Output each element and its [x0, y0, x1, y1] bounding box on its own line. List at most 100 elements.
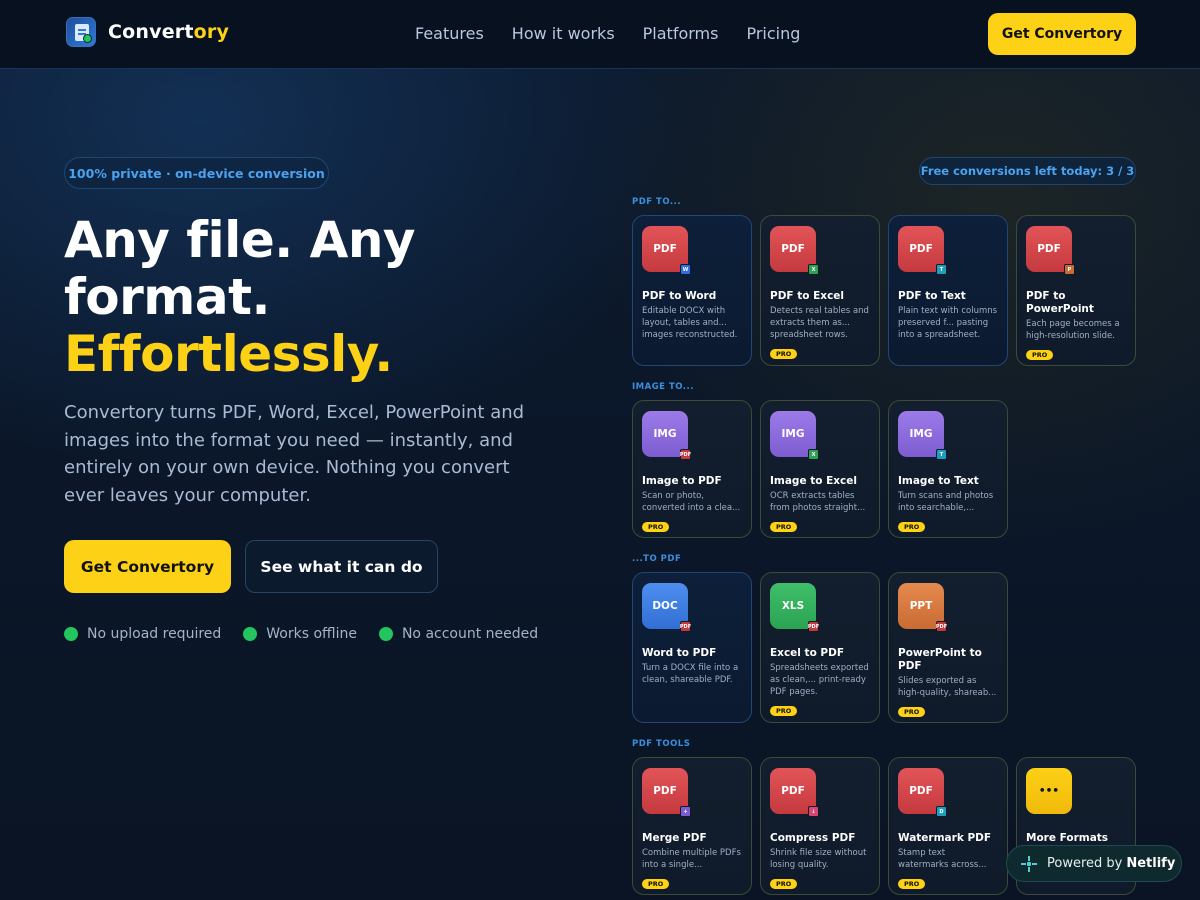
card-title: Excel to PDF — [770, 647, 845, 659]
card-description: Turn scans and photos into searchable,..… — [898, 491, 994, 513]
card-title: PowerPoint to PDF — [898, 647, 982, 672]
card-powerpoint-to-pdf[interactable]: PPT PDF PowerPoint to PDF Slides exported… — [888, 572, 1008, 723]
card-title: Compress PDF — [770, 832, 856, 844]
card-image-to-pdf[interactable]: IMG PDF Image to PDF Scan or photo, conve… — [632, 400, 752, 538]
nav-link-platforms[interactable]: Platforms — [643, 24, 719, 43]
section-label-pdf-tools: PDF TOOLS — [632, 739, 691, 749]
word-file-icon: DOC PDF — [642, 583, 691, 632]
pro-badge: PRO — [642, 879, 670, 889]
pdf-file-icon: PDF + — [642, 768, 691, 817]
card-description: Spreadsheets exported as clean,... print… — [770, 663, 869, 697]
card-compress-pdf[interactable]: PDF ↓ Compress PDF Shrink file size witho… — [760, 757, 880, 895]
card-title: Image to PDF — [642, 475, 722, 487]
free-conversions-badge: Free conversions left today: 3 / 3 — [919, 157, 1136, 185]
powerpoint-file-icon: PPT PDF — [898, 583, 947, 632]
card-title: Merge PDF — [642, 832, 707, 844]
section-label-pdf-to: PDF TO... — [632, 197, 682, 207]
top-navbar: Convertory Features How it works Platfor… — [0, 0, 1200, 69]
netlify-icon — [1021, 855, 1037, 872]
card-image-to-text[interactable]: IMG T Image to Text Turn scans and photos… — [888, 400, 1008, 538]
pro-badge: PRO — [642, 522, 670, 532]
hero-description: Convertory turns PDF, Word, Excel, Power… — [64, 402, 525, 506]
card-title: PDF to Excel — [770, 290, 845, 302]
card-title: Image to Text — [898, 475, 979, 487]
image-file-icon: IMG T — [898, 411, 947, 460]
card-description: OCR extracts tables from photos straight… — [770, 491, 866, 513]
card-pdf-to-word[interactable]: PDF W PDF to Word Editable DOCX with layo… — [632, 215, 752, 366]
card-title: PDF to PowerPoint — [1026, 290, 1094, 315]
card-excel-to-pdf[interactable]: XLS PDF Excel to PDF Spreadsheets exporte… — [760, 572, 880, 723]
pdf-badge-icon: PDF — [680, 449, 691, 460]
card-pdf-to-excel[interactable]: PDF X PDF to Excel Detects real tables an… — [760, 215, 880, 366]
check-offline: Works offline — [243, 626, 357, 642]
card-title: PDF to Text — [898, 290, 966, 302]
card-description: Editable DOCX with layout, tables and...… — [642, 306, 738, 340]
pdf-file-icon: PDF D — [898, 768, 947, 817]
header-get-convertory-button[interactable]: Get Convertory — [988, 13, 1136, 55]
green-dot-icon — [64, 627, 78, 641]
nav-link-pricing[interactable]: Pricing — [746, 24, 800, 43]
card-description: Turn a DOCX file into a clean, shareable… — [642, 663, 739, 685]
pdf-file-icon: PDF W — [642, 226, 691, 275]
see-features-button[interactable]: See what it can do — [245, 540, 438, 593]
section-label-image-to: IMAGE TO... — [632, 382, 694, 392]
pro-badge: PRO — [770, 706, 798, 716]
text-badge-icon: T — [936, 264, 947, 275]
card-title: Word to PDF — [642, 647, 717, 659]
text-badge-icon: T — [936, 449, 947, 460]
pro-badge: PRO — [770, 522, 798, 532]
card-watermark-pdf[interactable]: PDF D Watermark PDF Stamp text watermarks… — [888, 757, 1008, 895]
card-description: Shrink file size without losing quality. — [770, 848, 867, 870]
get-convertory-button[interactable]: Get Convertory — [64, 540, 231, 593]
privacy-badge: 100% private · on-device conversion — [64, 157, 329, 189]
section-label-to-pdf: ...TO PDF — [632, 554, 682, 564]
pro-badge: PRO — [898, 707, 926, 717]
image-file-icon: IMG PDF — [642, 411, 691, 460]
pro-badge: PRO — [1026, 350, 1054, 360]
convertory-logo-icon — [66, 17, 96, 47]
powered-by-netlify-badge[interactable]: Powered by Netlify — [1006, 845, 1182, 882]
card-title: Image to Excel — [770, 475, 858, 487]
pro-badge: PRO — [898, 522, 926, 532]
card-description: Detects real tables and extracts them as… — [770, 306, 869, 340]
card-word-to-pdf[interactable]: DOC PDF Word to PDF Turn a DOCX file into… — [632, 572, 752, 723]
pro-badge: PRO — [898, 879, 926, 889]
netlify-name: Netlify — [1126, 856, 1176, 871]
pdf-badge-icon: PDF — [680, 621, 691, 632]
nav-link-how-it-works[interactable]: How it works — [512, 24, 615, 43]
card-pdf-to-powerpoint[interactable]: PDF P PDF to PowerPoint Each page becomes… — [1016, 215, 1136, 366]
brand-name: Convertory — [108, 21, 230, 43]
card-title: PDF to Word — [642, 290, 717, 302]
card-description: Scan or photo, converted into a clea... — [642, 491, 741, 513]
card-title: More Formats — [1026, 832, 1109, 844]
pdf-file-icon: PDF X — [770, 226, 819, 275]
main-nav: Features How it works Platforms Pricing — [415, 24, 800, 43]
card-image-to-excel[interactable]: IMG X Image to Excel OCR extracts tables … — [760, 400, 880, 538]
netlify-prefix: Powered by — [1047, 856, 1123, 871]
card-description: Each page becomes a high-resolution slid… — [1026, 319, 1120, 341]
pdf-badge-icon: PDF — [936, 621, 947, 632]
hero-title: Any file. Any format. Effortlessly. — [64, 211, 416, 383]
brand-logo[interactable]: Convertory — [66, 17, 229, 47]
green-dot-icon — [378, 627, 393, 641]
check-no-account: No account needed — [378, 626, 538, 642]
pdf-file-icon: PDF P — [1026, 226, 1075, 275]
card-merge-pdf[interactable]: PDF + Merge PDF Combine multiple PDFs int… — [632, 757, 752, 895]
card-description: Plain text with columns preserved f... p… — [898, 306, 998, 340]
card-pdf-to-text[interactable]: PDF T PDF to Text Plain text with columns… — [888, 215, 1008, 366]
excel-file-icon: XLS PDF — [770, 583, 819, 632]
merge-badge-icon: + — [680, 806, 691, 817]
pdf-file-icon: PDF ↓ — [770, 768, 819, 817]
watermark-badge-icon: D — [936, 806, 947, 817]
excel-badge-icon: X — [808, 264, 819, 275]
green-dot-icon — [243, 627, 258, 641]
card-title: Watermark PDF — [898, 832, 992, 844]
check-no-upload: No upload required — [64, 626, 221, 642]
card-description: Combine multiple PDFs into a single... — [642, 848, 741, 870]
powerpoint-badge-icon: P — [1064, 264, 1075, 275]
compress-badge-icon: ↓ — [808, 806, 819, 817]
word-badge-icon: W — [680, 264, 691, 275]
more-dots-icon: ••• — [1026, 768, 1072, 814]
nav-link-features[interactable]: Features — [415, 24, 484, 43]
card-description: Slides exported as high-quality, shareab… — [898, 676, 997, 698]
